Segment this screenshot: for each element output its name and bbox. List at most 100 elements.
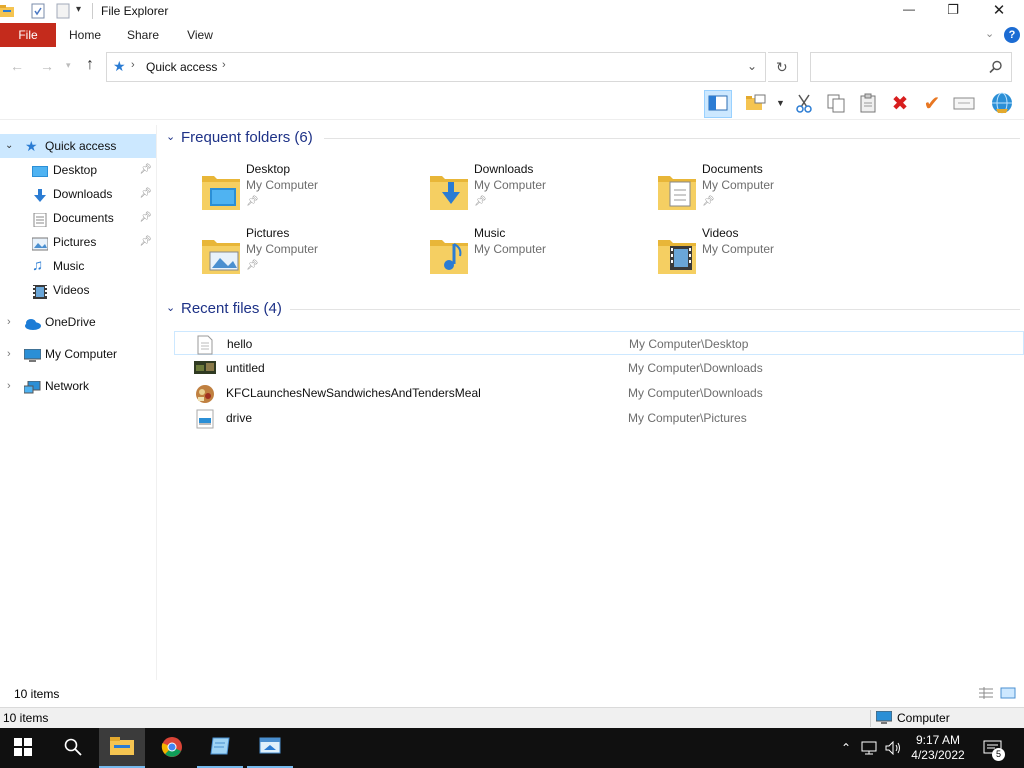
- image-file-icon: [194, 359, 216, 377]
- nav-my-computer[interactable]: › My Computer: [0, 342, 156, 366]
- recent-file-row[interactable]: KFCLaunchesNewSandwichesAndTendersMeal My…: [174, 381, 1024, 405]
- restore-button[interactable]: ❐: [940, 2, 966, 18]
- pin-icon[interactable]: 📌︎: [702, 196, 715, 207]
- nav-item-desktop[interactable]: Desktop 📌︎: [0, 158, 156, 182]
- taskbar-file-explorer[interactable]: [99, 728, 145, 768]
- clipboard-icon: [858, 93, 878, 116]
- folder-tile-desktop[interactable]: Desktop My Computer 📌︎: [200, 162, 410, 220]
- network-tray-icon[interactable]: [860, 728, 880, 768]
- file-name: KFCLaunchesNewSandwichesAndTendersMeal: [226, 386, 481, 400]
- nav-onedrive[interactable]: › OneDrive: [0, 310, 156, 334]
- crumb-quick-access[interactable]: Quick access: [146, 60, 217, 74]
- tab-share[interactable]: Share: [120, 23, 166, 47]
- network-globe-button[interactable]: [988, 90, 1016, 118]
- nav-item-videos[interactable]: Videos: [0, 278, 156, 302]
- new-folder-button[interactable]: [742, 90, 770, 118]
- quick-save-icon[interactable]: [30, 3, 46, 19]
- address-bar[interactable]: ★ › Quick access › ⌄: [106, 52, 766, 82]
- pin-icon[interactable]: 📌︎: [474, 196, 487, 207]
- crumb-chevron-icon[interactable]: ›: [131, 59, 135, 71]
- copy-button[interactable]: [822, 90, 850, 118]
- new-folder-dropdown-icon[interactable]: ▼: [776, 98, 785, 108]
- pictures-icon: [31, 235, 49, 251]
- recent-locations-icon[interactable]: ▾: [66, 60, 71, 71]
- recent-file-row[interactable]: untitled My Computer\Downloads: [174, 356, 1024, 380]
- tab-view[interactable]: View: [178, 23, 222, 47]
- status-divider: [870, 710, 871, 727]
- cut-button[interactable]: [790, 90, 818, 118]
- address-dropdown-icon[interactable]: ⌄: [747, 59, 757, 73]
- back-icon[interactable]: ←: [10, 58, 24, 74]
- folder-tile-downloads[interactable]: Downloads My Computer 📌︎: [428, 162, 638, 220]
- paste-button[interactable]: [854, 90, 882, 118]
- recent-files-header[interactable]: Recent files (4): [181, 300, 282, 317]
- nav-item-pictures[interactable]: Pictures 📌︎: [0, 230, 156, 254]
- recent-file-row[interactable]: drive My Computer\Pictures: [174, 406, 1024, 430]
- collapse-chevron-icon[interactable]: ⌄: [5, 134, 13, 158]
- expand-chevron-icon[interactable]: ›: [7, 374, 11, 398]
- nav-scrollbar[interactable]: [156, 125, 157, 680]
- pin-icon[interactable]: 📌︎: [139, 206, 152, 230]
- folder-location: My Computer: [246, 178, 319, 192]
- expand-ribbon-icon[interactable]: ⌄: [985, 27, 994, 40]
- preview-pane-button[interactable]: [704, 90, 732, 118]
- folder-tile-pictures[interactable]: Pictures My Computer 📌︎: [200, 226, 410, 284]
- pin-icon[interactable]: 📌︎: [139, 158, 152, 182]
- volume-icon[interactable]: [884, 728, 904, 768]
- nav-item-documents[interactable]: Documents 📌︎: [0, 206, 156, 230]
- nav-item-music[interactable]: ♫ Music: [0, 254, 156, 278]
- recent-file-row[interactable]: hello My Computer\Desktop: [174, 331, 1024, 355]
- large-icons-view-icon[interactable]: [1000, 686, 1016, 703]
- minimize-button[interactable]: —: [896, 2, 922, 16]
- search-input[interactable]: [810, 52, 1012, 82]
- collapse-group-icon[interactable]: ⌄: [166, 130, 175, 143]
- quick-properties-icon[interactable]: [55, 3, 71, 19]
- videos-icon: [32, 283, 47, 299]
- properties-button[interactable]: [950, 90, 978, 118]
- tab-home[interactable]: Home: [62, 23, 108, 47]
- crumb-chevron-icon[interactable]: ›: [222, 59, 226, 71]
- help-icon[interactable]: ?: [1004, 27, 1020, 43]
- customize-qat-icon[interactable]: ▾: [76, 4, 81, 15]
- pin-icon[interactable]: 📌︎: [246, 260, 259, 271]
- taskbar-chrome[interactable]: [149, 728, 195, 768]
- pin-icon[interactable]: 📌︎: [139, 230, 152, 254]
- nav-network[interactable]: › Network: [0, 374, 156, 398]
- preview-pane-icon: [708, 95, 728, 114]
- forward-icon[interactable]: →: [40, 58, 54, 74]
- clock[interactable]: 9:17 AM 4/23/2022: [906, 728, 970, 768]
- folder-tile-videos[interactable]: Videos My Computer: [656, 226, 866, 284]
- action-center-icon[interactable]: [980, 728, 1006, 768]
- tab-file[interactable]: File: [0, 23, 56, 47]
- collapse-group-icon[interactable]: ⌄: [166, 301, 175, 314]
- onedrive-icon: [24, 315, 41, 330]
- close-button[interactable]: ✕: [986, 1, 1012, 19]
- expand-chevron-icon[interactable]: ›: [7, 310, 11, 334]
- image-file-icon: [194, 384, 214, 403]
- frequent-folders-header[interactable]: Frequent folders (6): [181, 129, 313, 146]
- refresh-button[interactable]: ↻: [768, 52, 798, 82]
- new-folder-icon: [745, 94, 767, 115]
- search-button[interactable]: [50, 728, 96, 768]
- folder-name: Desktop: [246, 162, 291, 176]
- explorer-app-icon[interactable]: [0, 4, 16, 18]
- expand-chevron-icon[interactable]: ›: [7, 342, 11, 366]
- folder-tile-documents[interactable]: Documents My Computer 📌︎: [656, 162, 866, 220]
- rename-button[interactable]: ✔: [918, 90, 946, 118]
- item-count: 10 items: [3, 711, 49, 725]
- folder-tile-music[interactable]: Music My Computer: [428, 226, 638, 284]
- details-view-icon[interactable]: [978, 686, 994, 703]
- nav-quick-access[interactable]: ⌄ ★ Quick access: [0, 134, 156, 158]
- delete-button[interactable]: ✖: [886, 90, 914, 118]
- chrome-icon: [161, 736, 183, 761]
- start-button[interactable]: [0, 728, 46, 768]
- nav-item-downloads[interactable]: Downloads 📌︎: [0, 182, 156, 206]
- pin-icon[interactable]: 📌︎: [246, 196, 259, 207]
- pin-icon[interactable]: 📌︎: [139, 182, 152, 206]
- show-hidden-icons[interactable]: ⌃: [838, 728, 854, 768]
- taskbar-app-4[interactable]: [247, 728, 293, 768]
- up-icon[interactable]: ↑: [86, 56, 94, 74]
- nav-label: Downloads: [53, 187, 113, 201]
- taskbar-app-3[interactable]: [197, 728, 243, 768]
- title-separator: [92, 3, 93, 19]
